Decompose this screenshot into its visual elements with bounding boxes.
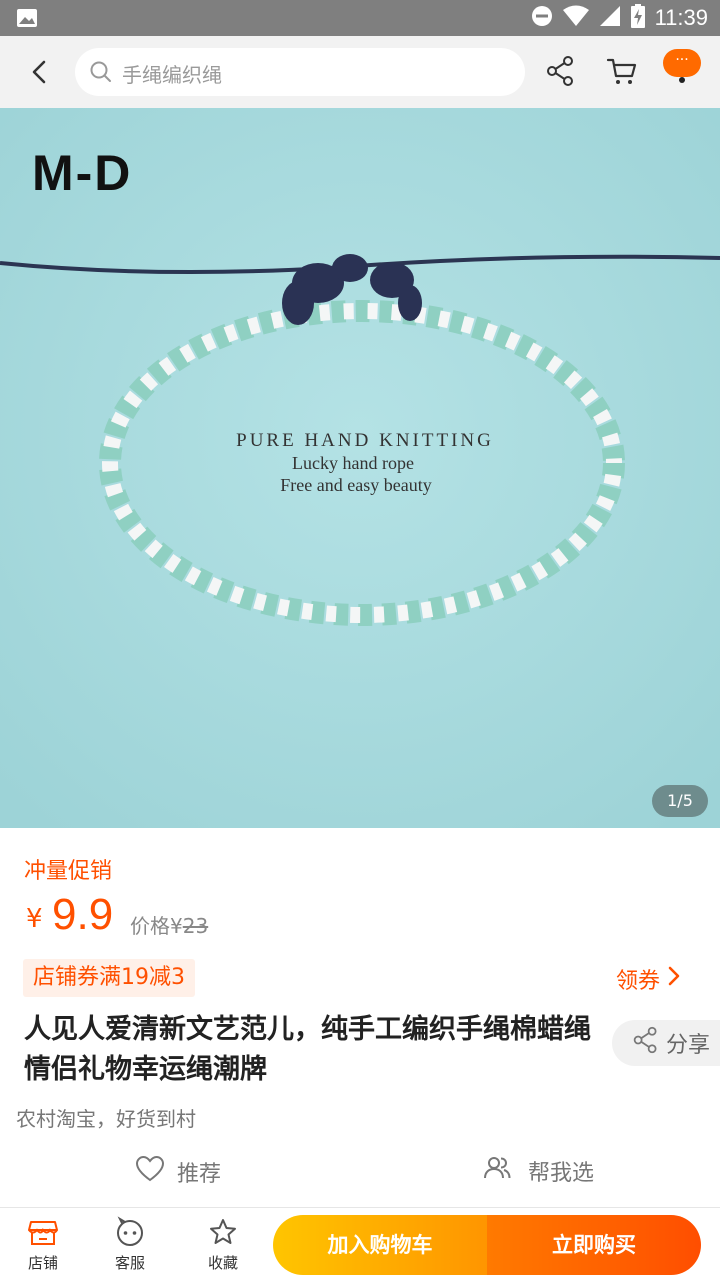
buy-now-button[interactable]: 立即购买 [487, 1215, 701, 1275]
star-icon [193, 1216, 253, 1250]
heart-icon [135, 1155, 165, 1189]
search-bar[interactable]: 手绳编织绳 [75, 48, 525, 96]
clock: 11:39 [654, 5, 708, 30]
service-button[interactable]: 客服 [100, 1216, 160, 1273]
share-label: 分享 [666, 1033, 711, 1058]
promo-tag: 冲量促销 [24, 859, 113, 884]
hero-headline: PURE HAND KNITTING [236, 430, 494, 451]
share-icon [632, 1025, 660, 1061]
get-coupon-button[interactable]: 领券 [616, 963, 682, 995]
shop-coupon-badge[interactable]: 店铺券满19减3 [23, 959, 195, 997]
original-price: 价格¥23 [130, 910, 208, 939]
service-label: 客服 [114, 1254, 145, 1272]
share-icon[interactable] [545, 54, 577, 92]
shop-button[interactable]: 店铺 [13, 1216, 73, 1273]
chevron-right-icon [666, 965, 682, 993]
battery-icon [630, 4, 645, 32]
group-icon [482, 1155, 512, 1187]
more-icon[interactable]: ··· [663, 49, 701, 77]
search-input[interactable]: 手绳编织绳 [122, 59, 222, 88]
store-icon [13, 1216, 73, 1250]
original-currency: ¥ [170, 914, 183, 938]
customer-service-icon [100, 1216, 160, 1250]
cart-icon[interactable] [605, 54, 639, 92]
image-icon [16, 8, 38, 32]
slogan: 农村淘宝，好货到村 [16, 1107, 196, 1131]
help-choose-label: 帮我选 [528, 1161, 595, 1186]
top-nav: 手绳编织绳 ··· [0, 36, 720, 108]
original-price-value: 23 [182, 914, 209, 938]
back-icon[interactable] [22, 54, 58, 90]
share-button[interactable]: 分享 [612, 1020, 720, 1066]
status-bar: 11:39 [0, 0, 720, 36]
help-choose-button[interactable]: 帮我选 [482, 1155, 594, 1187]
product-title: 人见人爱清新文艺范儿，纯手工编织手绳棉蜡绳情侣礼物幸运绳潮牌 [24, 1014, 591, 1085]
hero-subline-2: Free and easy beauty [280, 475, 432, 495]
favorite-label: 收藏 [207, 1254, 238, 1272]
dnd-icon [531, 5, 553, 31]
notification-dot [679, 77, 685, 83]
image-pager: 1/5 [652, 785, 708, 817]
search-icon [89, 60, 113, 88]
wifi-icon [562, 5, 589, 31]
add-to-cart-button[interactable]: 加入购物车 [273, 1215, 487, 1275]
recommend-label: 推荐 [177, 1162, 222, 1187]
hero-subline-1: Lucky hand rope [292, 453, 414, 473]
bottom-bar: 店铺 客服 收藏 加入购物车 立即购买 [0, 1207, 720, 1280]
favorite-button[interactable]: 收藏 [193, 1216, 253, 1273]
original-price-label: 价格 [130, 914, 170, 938]
recommend-button[interactable]: 推荐 [135, 1155, 221, 1189]
get-coupon-label: 领券 [616, 969, 661, 994]
product-image[interactable]: M-D PURE HAND KNITTING Lucky hand rope F… [0, 108, 720, 828]
signal-icon [599, 5, 621, 31]
currency-symbol: ¥ [26, 904, 43, 934]
shop-label: 店铺 [27, 1254, 58, 1272]
price: 9.9 [52, 890, 114, 939]
brand-logo: M-D [32, 145, 133, 201]
